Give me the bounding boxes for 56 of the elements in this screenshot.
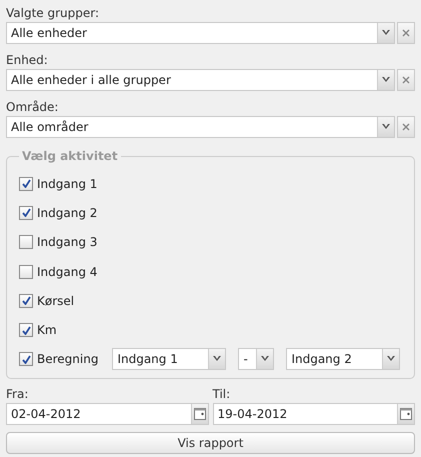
- checkbox[interactable]: [19, 323, 33, 338]
- checkmark-icon: [22, 354, 30, 364]
- date-field[interactable]: 19-04-2012: [212, 403, 415, 426]
- checkbox-label: Kørsel: [37, 294, 74, 308]
- caret-icon: [382, 30, 390, 36]
- date-field[interactable]: 02-04-2012: [6, 403, 208, 426]
- field-label: Enhed:: [6, 52, 49, 69]
- checkmark-icon: [22, 326, 30, 335]
- checkmark-icon: [22, 208, 30, 218]
- checkbox[interactable]: [19, 264, 33, 279]
- calendar-button[interactable]: [397, 404, 414, 424]
- dropdown-button[interactable]: [377, 70, 394, 90]
- dropdown[interactable]: Indgang 2: [286, 348, 400, 370]
- dropdown-button[interactable]: [377, 23, 394, 43]
- checkbox[interactable]: [19, 352, 33, 366]
- dropdown[interactable]: -: [238, 348, 274, 370]
- checkbox[interactable]: [19, 176, 33, 191]
- caret-icon: [387, 356, 396, 362]
- checkbox-label: Beregning: [37, 352, 98, 366]
- clear-button[interactable]: [397, 22, 415, 44]
- report-button[interactable]: Vis rapport: [6, 432, 415, 454]
- caret-icon: [382, 124, 390, 130]
- caret-icon: [213, 356, 222, 362]
- clear-button[interactable]: [397, 69, 415, 91]
- dropdown-button[interactable]: [208, 349, 226, 370]
- checkmark-icon: [22, 296, 30, 306]
- checkbox-label: Indgang 2: [37, 206, 98, 220]
- field-label: Område:: [6, 99, 60, 116]
- checkbox[interactable]: [19, 294, 33, 308]
- checkbox-label: Indgang 3: [37, 235, 98, 250]
- dropdown-button[interactable]: [256, 349, 274, 370]
- close-icon: [402, 76, 410, 84]
- calendar-button[interactable]: [190, 404, 208, 424]
- clear-button[interactable]: [397, 116, 415, 138]
- field-label: Fra:: [6, 386, 30, 404]
- checkmark-icon: [22, 179, 30, 188]
- dropdown[interactable]: Alle områder: [6, 116, 395, 138]
- dropdown-button[interactable]: [377, 117, 394, 137]
- calendar-icon: [400, 408, 412, 420]
- caret-icon: [261, 356, 270, 362]
- close-icon: [402, 29, 410, 37]
- checkbox-label: Indgang 4: [37, 264, 98, 279]
- close-icon: [402, 123, 410, 131]
- field-label: Til:: [212, 386, 232, 404]
- field-label: Valgte grupper:: [6, 5, 100, 22]
- checkbox[interactable]: [19, 235, 33, 250]
- checkbox[interactable]: [19, 206, 33, 220]
- group-legend: Vælg aktivitet: [19, 149, 121, 163]
- caret-icon: [382, 77, 390, 83]
- checkbox-label: Km: [37, 323, 57, 338]
- calendar-icon: [194, 408, 206, 420]
- dropdown[interactable]: Alle enheder: [6, 22, 395, 44]
- dropdown[interactable]: Indgang 1: [112, 348, 226, 370]
- dropdown-button[interactable]: [382, 349, 400, 370]
- checkbox-label: Indgang 1: [37, 176, 98, 191]
- dropdown[interactable]: Alle enheder i alle grupper: [6, 69, 395, 91]
